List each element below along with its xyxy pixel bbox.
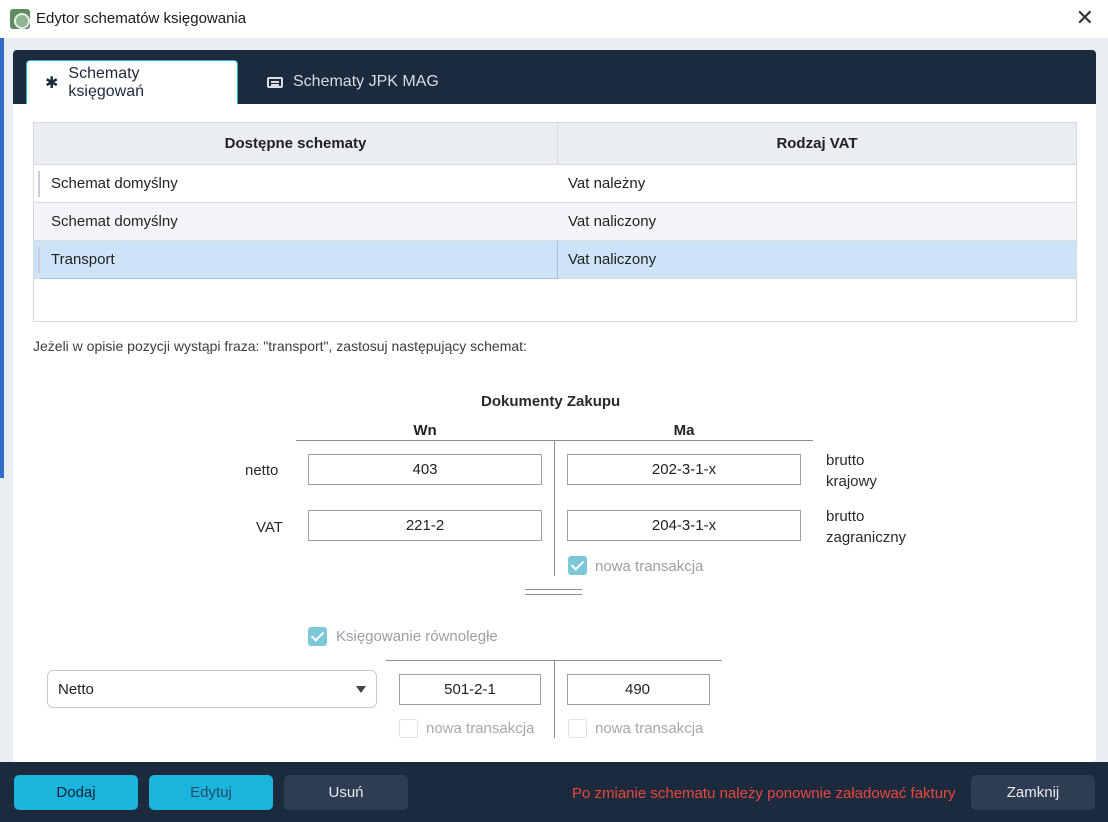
table-row-selected[interactable]: Transport Vat naliczony (34, 241, 1076, 279)
cell-focus (40, 241, 558, 279)
column-wn: Wn (413, 422, 437, 439)
cell-vat-type: Vat należny (568, 175, 646, 192)
brutto-label: brutto (826, 452, 865, 469)
asterisk-icon: ✱ (45, 74, 59, 92)
schemes-table: Dostępne schematy Rodzaj VAT Schemat dom… (33, 122, 1077, 322)
window-edge (0, 38, 4, 478)
cell-scheme-name: Schemat domyślny (51, 175, 178, 192)
column-header-vat-type[interactable]: Rodzaj VAT (558, 123, 1076, 165)
select-value: Netto (58, 681, 94, 698)
keyboard-icon (267, 76, 283, 88)
info-text: Jeżeli w opisie pozycji wystąpi fraza: "… (33, 338, 527, 354)
tab-label: Schematy księgowań (68, 64, 145, 100)
column-header-schemes[interactable]: Dostępne schematy (34, 123, 558, 165)
brutto-type-label: zagraniczny (826, 529, 907, 546)
tab-jpk-mag-schemes[interactable]: Schematy JPK MAG (249, 60, 457, 104)
cell-scheme-name: Schemat domyślny (51, 213, 178, 230)
chevron-down-icon (356, 686, 366, 693)
parallel-ma-field[interactable]: 490 (567, 674, 710, 705)
tab-posting-schemes[interactable]: ✱ Schematy księgowań (26, 60, 238, 104)
cell-vat-type: Vat naliczony (568, 213, 657, 230)
edit-button[interactable]: Edytuj (149, 775, 273, 810)
double-divider (525, 589, 582, 595)
tab-bar: ✱ Schematy księgowań Schematy JPK MAG (13, 50, 1096, 104)
table-row[interactable]: Schemat domyślny Vat należny (34, 165, 1076, 203)
add-button[interactable]: Dodaj (14, 775, 138, 810)
brutto-label: brutto (826, 508, 865, 525)
row-label-vat: VAT (256, 519, 283, 536)
new-transaction-checkbox[interactable] (568, 556, 587, 575)
parallel-ma-new-transaction-checkbox[interactable] (568, 719, 587, 738)
tab-label: Schematy JPK MAG (293, 73, 439, 90)
dialog: ✱ Schematy księgowań Schematy JPK MAG Do… (13, 50, 1096, 762)
parallel-posting-label: Księgowanie równoległe (336, 628, 498, 645)
section-title: Dokumenty Zakupu (481, 393, 621, 410)
table-row[interactable]: Schemat domyślny Vat naliczony (34, 203, 1076, 241)
table-header: Dostępne schematy Rodzaj VAT (34, 123, 1076, 165)
row-marker (38, 171, 40, 197)
vat-wn-field[interactable]: 221-2 (308, 510, 542, 541)
netto-ma-field[interactable]: 202-3-1-x (567, 454, 801, 485)
parallel-wn-new-transaction-checkbox[interactable] (399, 719, 418, 738)
parallel-wn-field[interactable]: 501-2-1 (399, 674, 541, 705)
title-bar: Edytor schematów księgowania ✕ (0, 0, 1108, 38)
parallel-wn-new-transaction-label: nowa transakcja (426, 720, 535, 737)
window-title: Edytor schematów księgowania (36, 10, 247, 27)
vat-ma-field[interactable]: 204-3-1-x (567, 510, 801, 541)
footer-bar: Dodaj Edytuj Usuń Po zmianie schematu na… (0, 762, 1108, 822)
new-transaction-label: nowa transakcja (595, 558, 704, 575)
close-button[interactable]: Zamknij (971, 775, 1095, 810)
divider (554, 660, 555, 738)
netto-wn-field[interactable]: 403 (308, 454, 542, 485)
close-icon[interactable]: ✕ (1076, 6, 1094, 30)
parallel-ma-new-transaction-label: nowa transakcja (595, 720, 704, 737)
column-ma: Ma (673, 422, 695, 439)
parallel-posting-checkbox[interactable] (308, 627, 327, 646)
reload-warning-message: Po zmianie schematu należy ponownie zała… (572, 785, 956, 802)
divider (554, 440, 555, 576)
app-icon (10, 9, 30, 29)
row-label-netto: netto (245, 462, 279, 479)
parallel-type-select[interactable]: Netto (47, 670, 377, 708)
cell-scheme-name: Transport (51, 251, 115, 268)
cell-vat-type: Vat naliczony (568, 251, 657, 268)
delete-button[interactable]: Usuń (284, 775, 408, 810)
brutto-type-label: krajowy (826, 473, 877, 490)
